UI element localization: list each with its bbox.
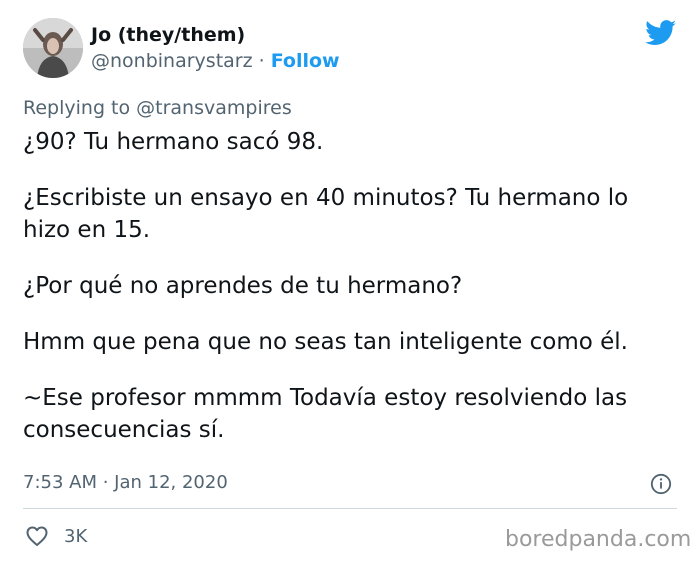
tweet-paragraph: ¿Por qué no aprendes de tu hermano? (23, 273, 463, 299)
tweet-paragraph: ¿90? Tu hermano sacó 98. (23, 129, 324, 155)
twitter-bird-icon[interactable] (645, 20, 677, 46)
like-count[interactable]: 3K (64, 526, 87, 548)
watermark: boredpanda.com (505, 527, 692, 552)
avatar[interactable] (23, 18, 83, 78)
tweet-paragraph: ~Ese profesor mmmm Todavía estoy resolvi… (23, 385, 628, 443)
replying-to-handle[interactable]: @transvampires (136, 97, 292, 119)
info-icon[interactable] (650, 473, 672, 495)
divider (23, 508, 677, 509)
replying-to: Replying to @transvampires (23, 97, 292, 119)
handle-row: @nonbinarystarz · Follow (91, 50, 340, 72)
tweet-paragraph: Hmm que pena que no seas tan inteligente… (23, 329, 628, 355)
tweet-paragraph: ¿Escribiste un ensayo en 40 minutos? Tu … (23, 185, 629, 243)
timestamp[interactable]: 7:53 AM · Jan 12, 2020 (23, 472, 228, 494)
display-name[interactable]: Jo (they/them) (91, 24, 245, 46)
separator: · (252, 50, 271, 72)
heart-icon[interactable] (25, 524, 49, 548)
replying-to-prefix: Replying to (23, 97, 137, 119)
user-handle[interactable]: @nonbinarystarz (91, 50, 253, 72)
follow-button[interactable]: Follow (271, 50, 340, 72)
avatar-photo (23, 18, 83, 78)
tweet-text: ¿90? Tu hermano sacó 98. ¿Escribiste un … (23, 126, 673, 470)
